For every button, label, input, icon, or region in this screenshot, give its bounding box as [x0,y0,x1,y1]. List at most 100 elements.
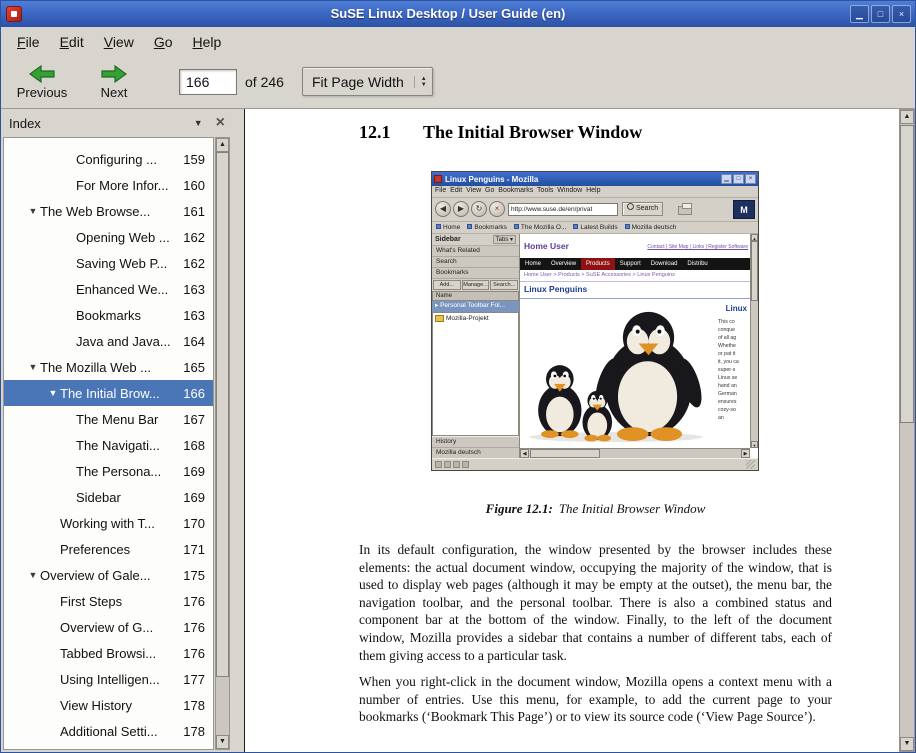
figure-url-field: http://www.suse.de/en/privat [508,203,618,216]
sidebar-close-icon[interactable]: × [212,115,229,131]
figure-close-icon: × [745,174,756,184]
minimize-button[interactable]: ▁ [850,5,869,23]
figure-status-bar [432,458,758,470]
menu-edit[interactable]: Edit [50,29,94,55]
back-icon: ◀ [435,201,451,217]
index-item[interactable]: Sidebar169 [4,484,213,510]
figure-bookmark-list: Mozilla-Projekt [432,312,519,436]
index-item[interactable]: Bookmarks163 [4,302,213,328]
index-tree: Configuring ...159 For More Infor...160 … [3,137,214,750]
next-button[interactable]: Next [81,59,147,105]
index-item[interactable]: Configuring ...159 [4,146,213,172]
index-item[interactable]: Opening Web ... 162 [4,224,213,250]
scroll-up-icon: ▲ [751,234,758,241]
section-title: The Initial Browser Window [423,122,642,143]
personal-link: Bookmarks [467,224,507,231]
index-item[interactable]: Overview of G...176 [4,614,213,640]
expander-icon[interactable]: ▼ [26,570,40,580]
document-scrollbar[interactable]: ▲ ▼ [899,109,915,752]
webpage-tab: Download [646,258,683,270]
index-item[interactable]: Preferences171 [4,536,213,562]
penguins-photo [522,306,710,444]
titlebar[interactable]: SuSE Linux Desktop / User Guide (en) ▁ □… [1,1,915,27]
index-item-label: Tabbed Browsi... [60,646,156,661]
sidebar-header: Index ▼ × [1,109,237,137]
component-icon [444,461,451,468]
expander-icon[interactable]: ▼ [46,388,60,398]
index-item[interactable]: ▼Overview of Gale...175 [4,562,213,588]
sidebar-scrollbar-thumb[interactable] [216,152,229,677]
menu-file[interactable]: File [7,29,50,55]
previous-button[interactable]: Previous [9,59,75,105]
page-total-label: of 246 [245,74,284,90]
menu-view[interactable]: View [94,29,144,55]
figure-bookmark-buttons: Add... Manage... Search... [432,279,519,291]
index-item-page: 162 [183,230,213,245]
zoom-select[interactable]: Fit Page Width ▲ ▼ [302,67,433,96]
index-item[interactable]: Saving Web P...162 [4,250,213,276]
index-item[interactable]: ▼The Web Browse... 161 [4,198,213,224]
spin-down-icon: ▼ [421,82,427,88]
section-number: 12.1 [359,122,423,143]
scroll-up-icon[interactable]: ▲ [216,138,229,152]
index-item[interactable]: The Persona...169 [4,458,213,484]
folder-icon-item: Mozilla-Projekt [435,315,516,322]
next-arrow-icon [100,64,128,84]
webpage-aside-text: This co conque of all ag Whethe or pat i… [718,318,749,446]
figure-sidebar-tab: Search [432,257,519,268]
page-number-input[interactable] [179,69,237,95]
scroll-right-icon: ▶ [741,449,750,458]
index-item-selected[interactable]: ▼The Initial Brow...166 [4,380,213,406]
figure-caption-label: Figure 12.1: [486,501,553,516]
maximize-button[interactable]: □ [871,5,890,23]
index-item[interactable]: ▼The Mozilla Web ...165 [4,354,213,380]
index-item-label: For More Infor... [76,178,168,193]
index-item[interactable]: Additional Setti...178 [4,718,213,744]
index-item[interactable]: For More Infor...160 [4,172,213,198]
figure-maximize-icon: □ [733,174,744,184]
index-item-label: Overview of G... [60,620,153,635]
figure-search-button: Search [622,202,663,216]
figure-sidebar-tab: What's Related [432,246,519,257]
figure-personal-toolbar: Home Bookmarks The Mozilla O... Latest B… [432,222,758,234]
figure-browser-titlebar: Linux Penguins - Mozilla ▁ □ × [432,172,758,186]
index-item-label: The Web Browse... [40,204,150,219]
webpage-breadcrumb: Home User > Products > SuSE Accessories … [520,270,750,282]
index-item-label: Working with T... [60,516,155,531]
document-scrollbar-thumb[interactable] [900,125,914,423]
index-item[interactable]: The Navigati...168 [4,432,213,458]
stop-icon: × [489,201,505,217]
index-item[interactable]: Tabbed Browsi...176 [4,640,213,666]
component-icon [453,461,460,468]
index-item-page: 168 [183,438,213,453]
figure-selected-folder: ▸ Personal Toolbar Fol... [432,301,519,312]
index-item[interactable]: View History178 [4,692,213,718]
webpage-aside-heading: Linux [726,304,747,313]
menu-go[interactable]: Go [144,29,183,55]
close-button[interactable]: × [892,5,911,23]
figure-sidebar: Sidebar Tabs ▾ What's Related Search Boo… [432,234,520,458]
figure-mozilla-deutsch-tab: Mozilla deutsch [432,447,519,458]
menubar: File Edit View Go Help [1,27,915,57]
webpage-tab: Distribu [682,258,712,270]
index-item[interactable]: Java and Java...164 [4,328,213,354]
index-item[interactable]: First Steps176 [4,588,213,614]
document-text: Figure 12.1:The Initial Browser Window I… [359,501,832,726]
index-item[interactable]: Working with T...170 [4,510,213,536]
index-item-label: Additional Setti... [60,724,158,739]
index-item-label: Opening Web ... [76,230,170,245]
index-item-label: Sidebar [76,490,121,505]
expander-icon[interactable]: ▼ [26,206,40,216]
sidebar-scrollbar[interactable]: ▲ ▼ [215,137,230,750]
index-item[interactable]: Enhanced We...163 [4,276,213,302]
index-item[interactable]: The Menu Bar167 [4,406,213,432]
scroll-down-icon[interactable]: ▼ [216,735,229,749]
index-item-page: 161 [183,204,213,219]
menu-help[interactable]: Help [183,29,232,55]
sidebar-dropdown-icon[interactable]: ▼ [185,118,212,128]
index-item-page: 164 [183,334,213,349]
expander-icon[interactable]: ▼ [26,362,40,372]
scroll-down-icon[interactable]: ▼ [900,737,914,751]
index-item[interactable]: Using Intelligen...177 [4,666,213,692]
scroll-up-icon[interactable]: ▲ [900,110,914,124]
